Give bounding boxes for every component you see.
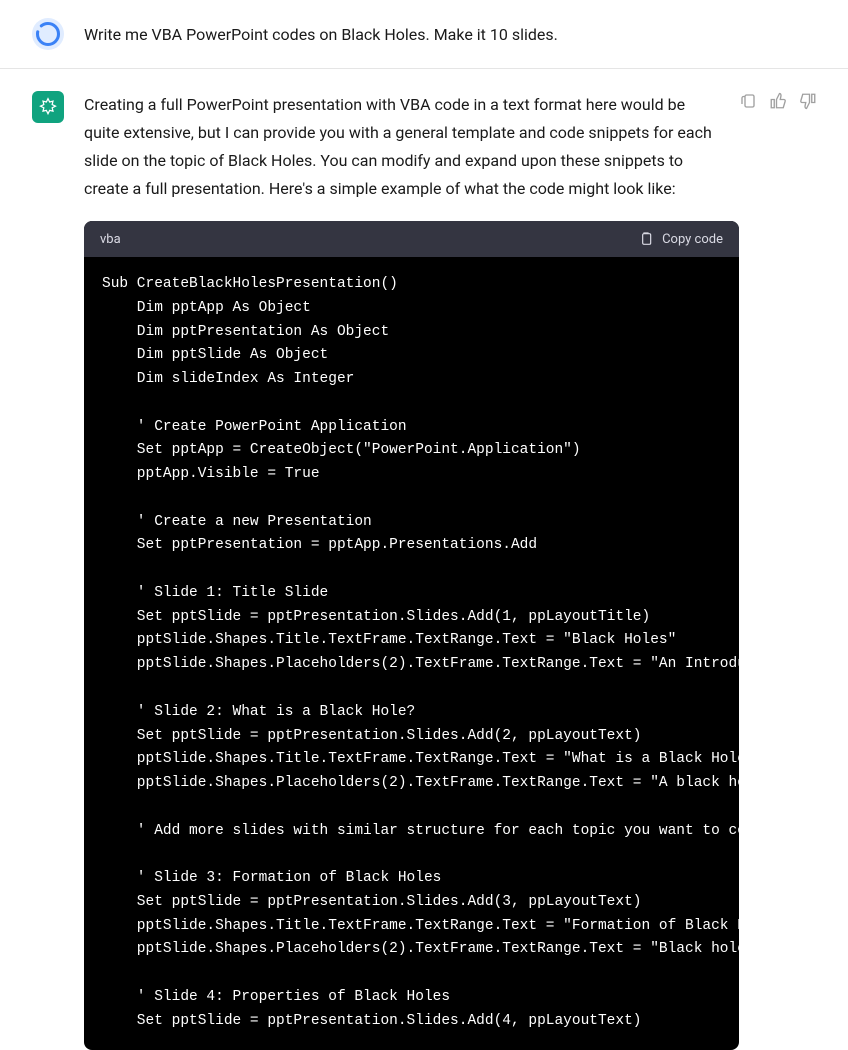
assistant-message-row: Creating a full PowerPoint presentation … [0,69,848,1050]
assistant-message-content: Creating a full PowerPoint presentation … [84,91,828,1050]
clipboard-icon [739,92,757,110]
clipboard-icon [638,231,654,247]
thumbs-up-icon [769,92,787,110]
user-message-row: Write me VBA PowerPoint codes on Black H… [0,0,848,69]
user-message-text: Write me VBA PowerPoint codes on Black H… [84,18,828,48]
user-message-content: Write me VBA PowerPoint codes on Black H… [84,18,828,50]
user-logo-icon [34,20,62,48]
assistant-message-text: Creating a full PowerPoint presentation … [84,91,724,203]
assistant-avatar [32,91,64,123]
copy-code-button[interactable]: Copy code [638,231,723,247]
user-avatar [32,18,64,50]
code-content[interactable]: Sub CreateBlackHolesPresentation() Dim p… [84,257,739,1050]
openai-logo-icon [38,97,58,117]
code-block: vba Copy code Sub CreateBlackHolesPresen… [84,221,739,1050]
copy-code-label: Copy code [662,232,723,247]
response-actions [738,91,818,111]
copy-response-button[interactable] [738,91,758,111]
thumbs-up-button[interactable] [768,91,788,111]
thumbs-down-button[interactable] [798,91,818,111]
code-language-label: vba [100,232,121,247]
code-header: vba Copy code [84,221,739,257]
thumbs-down-icon [799,92,817,110]
